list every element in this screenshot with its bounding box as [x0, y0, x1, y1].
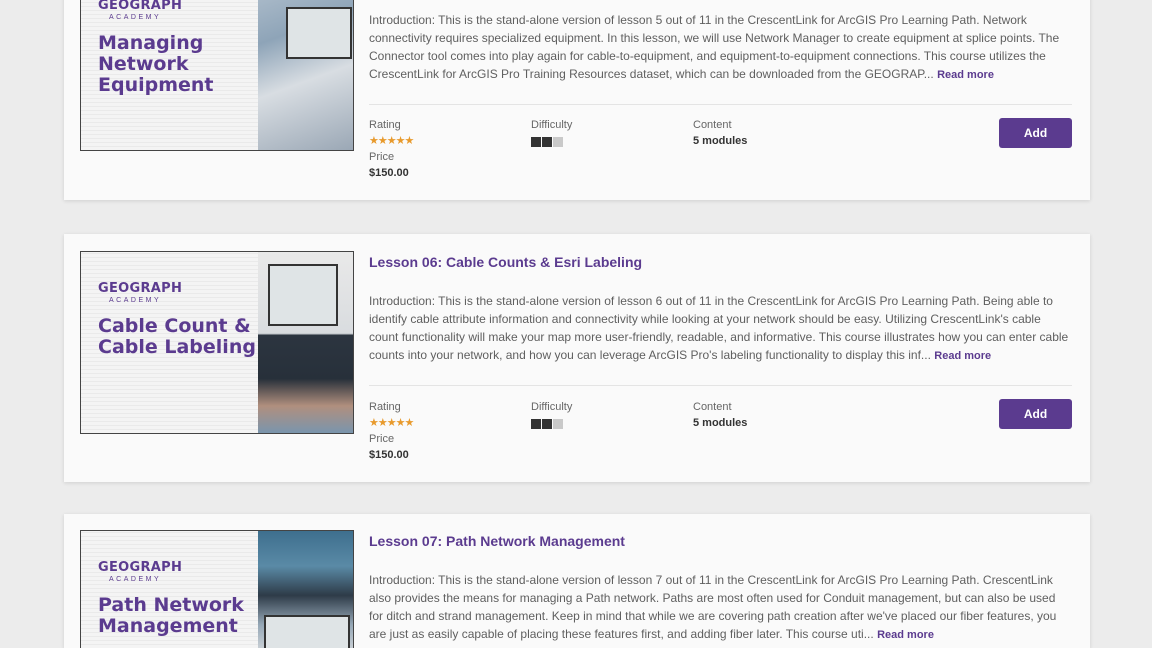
thumbnail-title: Managing Network Equipment	[98, 32, 214, 96]
divider	[369, 385, 1072, 386]
brand-logo: GEOGRAPH	[98, 0, 183, 13]
course-card: GEOGRAPH ACADEMY Path Network Management…	[64, 514, 1090, 648]
thumbnail-photo	[258, 531, 353, 648]
content-value: 5 modules	[693, 135, 748, 147]
brand-logo-sub: ACADEMY	[109, 297, 162, 304]
thumbnail-photo	[258, 0, 353, 150]
brand-logo-sub: ACADEMY	[109, 576, 162, 583]
thumbnail-title: Path Network Management	[98, 594, 244, 637]
add-button[interactable]: Add	[999, 399, 1072, 429]
rating-stars: ★★★★★	[369, 135, 414, 147]
price-label: Price	[369, 151, 395, 163]
content-label: Content	[693, 119, 732, 131]
difficulty-meter	[531, 419, 563, 429]
read-more-link[interactable]: Read more	[877, 629, 934, 641]
course-thumbnail[interactable]: GEOGRAPH ACADEMY Managing Network Equipm…	[80, 0, 354, 151]
rating-label: Rating	[369, 401, 401, 413]
course-card: GEOGRAPH ACADEMY Cable Count & Cable Lab…	[64, 234, 1090, 482]
read-more-link[interactable]: Read more	[937, 69, 994, 81]
content-value: 5 modules	[693, 417, 748, 429]
rating-stars: ★★★★★	[369, 417, 414, 429]
brand-logo: GEOGRAPH	[98, 281, 183, 296]
content-label: Content	[693, 401, 732, 413]
thumbnail-photo	[258, 252, 353, 433]
thumbnail-title: Cable Count & Cable Labeling	[98, 315, 256, 358]
divider	[369, 104, 1072, 105]
add-button[interactable]: Add	[999, 118, 1072, 148]
price-value: $150.00	[369, 167, 409, 179]
course-thumbnail[interactable]: GEOGRAPH ACADEMY Cable Count & Cable Lab…	[80, 251, 354, 434]
price-label: Price	[369, 433, 395, 445]
price-value: $150.00	[369, 449, 409, 461]
difficulty-label: Difficulty	[531, 401, 573, 413]
brand-logo-sub: ACADEMY	[109, 14, 162, 21]
course-title[interactable]: Lesson 07: Path Network Management	[369, 533, 625, 549]
rating-label: Rating	[369, 119, 401, 131]
course-description: Introduction: This is the stand-alone ve…	[369, 573, 1057, 641]
read-more-link[interactable]: Read more	[934, 350, 991, 362]
course-thumbnail[interactable]: GEOGRAPH ACADEMY Path Network Management	[80, 530, 354, 648]
brand-logo: GEOGRAPH	[98, 560, 183, 575]
course-title[interactable]: Lesson 06: Cable Counts & Esri Labeling	[369, 254, 642, 270]
difficulty-meter	[531, 137, 563, 147]
course-description: Introduction: This is the stand-alone ve…	[369, 13, 1060, 81]
difficulty-label: Difficulty	[531, 119, 573, 131]
course-card: GEOGRAPH ACADEMY Managing Network Equipm…	[64, 0, 1090, 200]
course-description: Introduction: This is the stand-alone ve…	[369, 294, 1069, 362]
